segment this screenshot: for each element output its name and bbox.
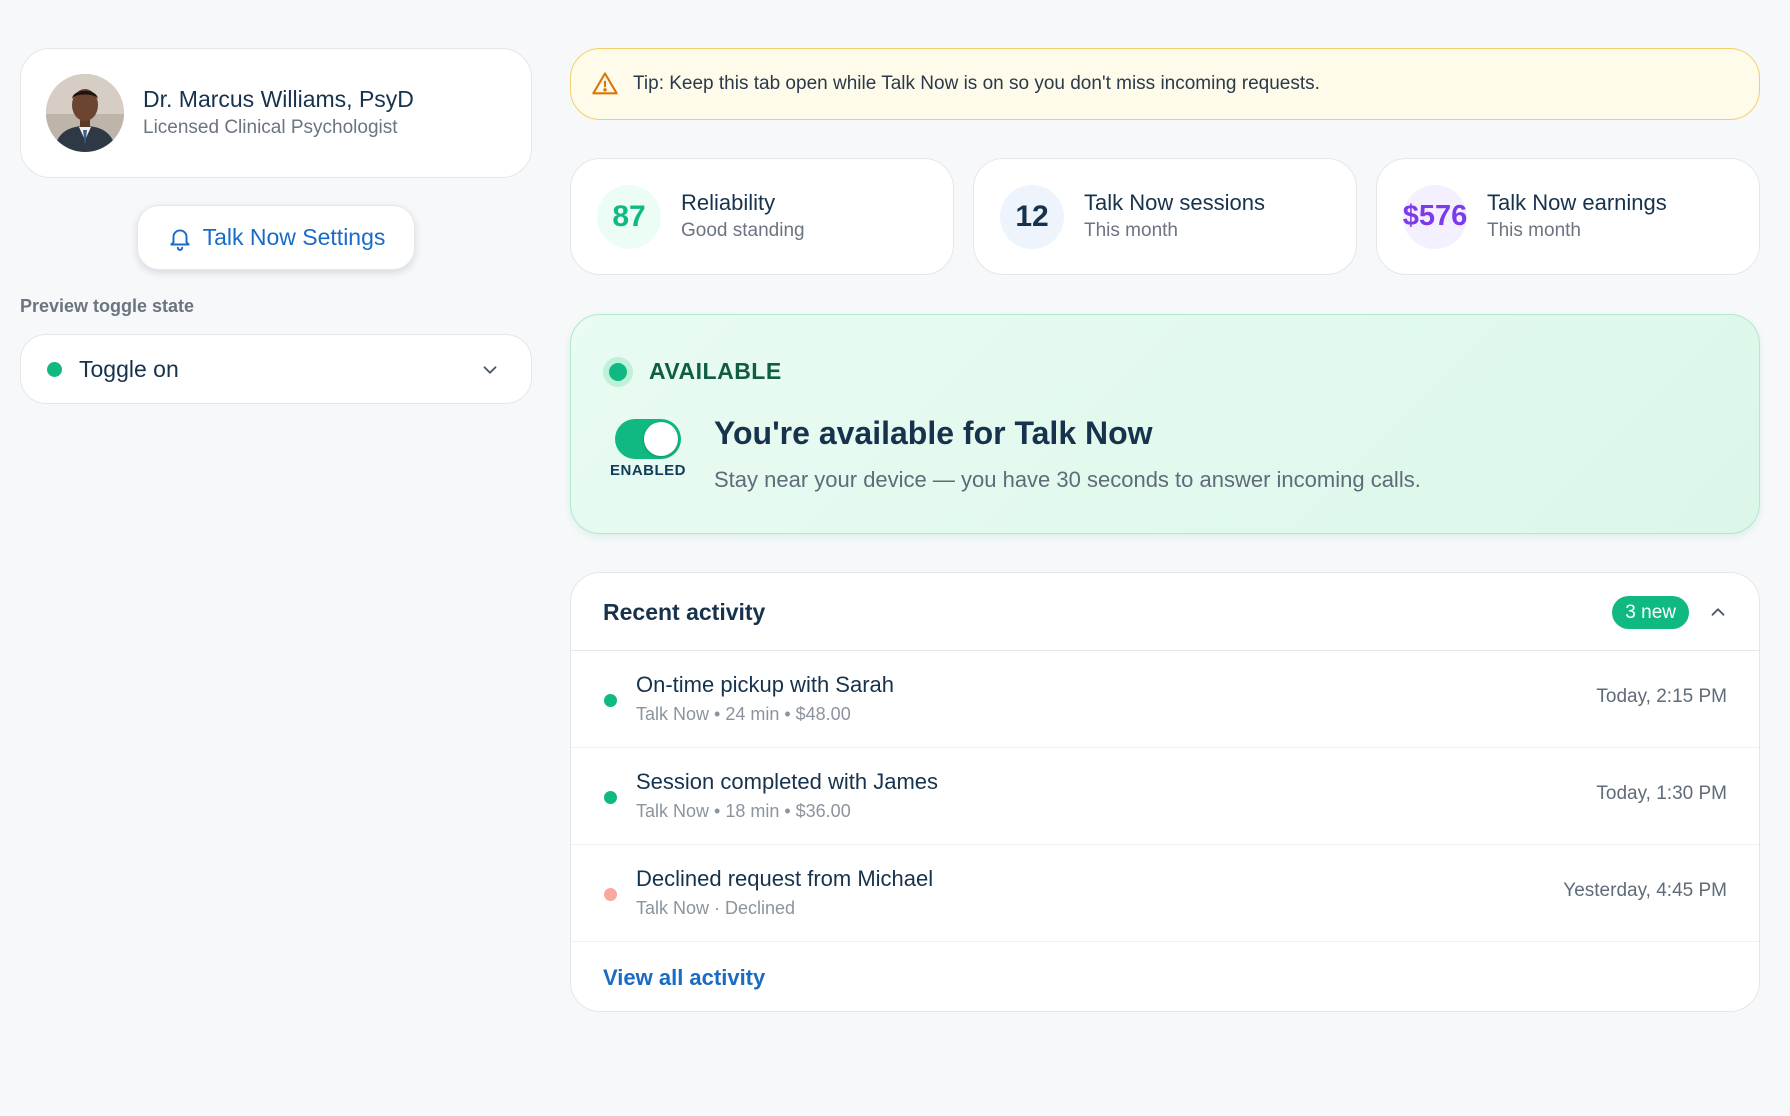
activity-row[interactable]: On-time pickup with Sarah Talk Now • 24 …: [571, 651, 1759, 748]
activity-row[interactable]: Declined request from Michael Talk Now ·…: [571, 845, 1759, 942]
chevron-up-icon[interactable]: [1707, 601, 1729, 623]
stat-subtitle: This month: [1487, 220, 1581, 241]
availability-description: Stay near your device — you have 30 seco…: [714, 467, 1421, 492]
talk-now-settings-button[interactable]: Talk Now Settings: [137, 205, 415, 270]
activity-time: Today, 2:15 PM: [1596, 686, 1727, 707]
activity-details: Talk Now • 24 min • $48.00: [636, 704, 851, 724]
stat-value: 12: [1000, 184, 1064, 249]
toggle-knob: [644, 422, 678, 456]
view-all-activity-link[interactable]: View all activity: [603, 965, 765, 991]
talk-now-settings-label: Talk Now Settings: [202, 224, 386, 250]
activity-status-dot: [604, 694, 617, 707]
activity-row[interactable]: Session completed with James Talk Now • …: [571, 748, 1759, 845]
tip-banner: Tip: Keep this tab open while Talk Now i…: [570, 48, 1760, 120]
new-count-badge: 3 new: [1612, 596, 1689, 629]
activity-title: Session completed with James: [636, 769, 939, 794]
availability-status: AVAILABLE: [649, 358, 782, 384]
stat-value: 87: [597, 184, 661, 249]
stat-title: Talk Now sessions: [1084, 190, 1265, 215]
preview-toggle-label: Preview toggle state: [20, 296, 195, 316]
avatar: [46, 74, 124, 152]
activity-status-dot: [604, 791, 617, 804]
profile-name: Dr. Marcus Williams, PsyD: [143, 86, 414, 112]
activity-time: Today, 1:30 PM: [1596, 783, 1727, 804]
activity-details: Talk Now • 18 min • $36.00: [636, 801, 851, 821]
profile-title: Licensed Clinical Psychologist: [143, 117, 398, 138]
status-dot: [47, 361, 62, 377]
preview-toggle-value: Toggle on: [79, 355, 179, 382]
stat-value: $576: [1403, 184, 1467, 249]
availability-title: You're available for Talk Now: [714, 415, 1153, 451]
chevron-down-icon: [479, 359, 501, 381]
profile-card: Dr. Marcus Williams, PsyD Licensed Clini…: [20, 48, 532, 178]
stat-card-reliability: 87 Reliability Good standing: [570, 158, 954, 275]
activity-title: Declined request from Michael: [636, 866, 934, 891]
stat-subtitle: Good standing: [681, 220, 805, 241]
tip-text: Tip: Keep this tab open while Talk Now i…: [633, 73, 1320, 94]
toggle-label: ENABLED: [609, 462, 686, 479]
availability-indicator: [603, 357, 633, 387]
activity-time: Yesterday, 4:45 PM: [1563, 880, 1727, 901]
activity-header: Recent activity 3 new: [571, 573, 1759, 651]
talk-now-toggle[interactable]: [615, 419, 681, 459]
stat-title: Reliability: [681, 190, 776, 215]
stat-card-sessions: 12 Talk Now sessions This month: [973, 158, 1357, 275]
stat-card-earnings: $576 Talk Now earnings This month: [1376, 158, 1760, 275]
activity-status-dot: [604, 888, 617, 901]
bell-icon: [167, 225, 193, 251]
recent-activity-panel: Recent activity 3 new On-time pickup wit…: [570, 572, 1760, 1012]
stat-title: Talk Now earnings: [1487, 190, 1667, 215]
preview-toggle-select[interactable]: Toggle on: [20, 334, 532, 404]
activity-title: Recent activity: [603, 599, 766, 625]
availability-card: AVAILABLE ENABLED You're available for T…: [570, 314, 1760, 534]
warning-icon: [591, 70, 619, 98]
stat-subtitle: This month: [1084, 220, 1178, 241]
activity-details: Talk Now · Declined: [636, 898, 796, 918]
activity-title: On-time pickup with Sarah: [636, 672, 894, 697]
